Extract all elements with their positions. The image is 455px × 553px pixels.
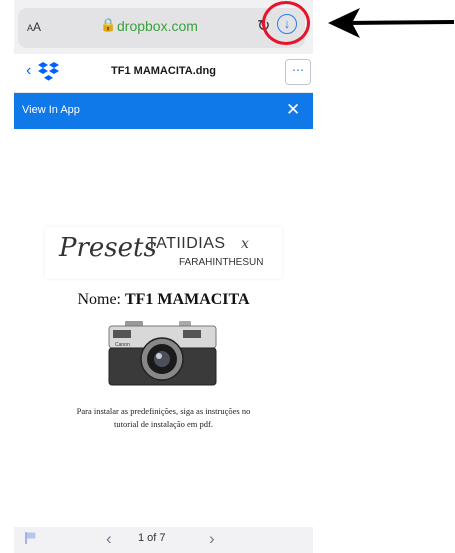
- close-icon[interactable]: ✕: [286, 100, 300, 120]
- chevron-right-icon[interactable]: ›: [209, 529, 215, 549]
- svg-text:Canon: Canon: [115, 342, 130, 348]
- instructions-line-2: tutorial de instalação em pdf.: [114, 419, 213, 429]
- page-navigation-bar: ‹ 1 of 7 ›: [14, 527, 313, 553]
- logo-brand-text: TATIIDIAS: [147, 235, 226, 252]
- dropbox-nav-bar: ‹ TF1 MAMACITA.dng ⋯: [14, 54, 313, 93]
- instructions-line-1: Para instalar as predefinições, siga as …: [76, 406, 251, 416]
- text-size-button[interactable]: AA: [27, 20, 41, 34]
- presets-logo: Presets TATIIDIAS x FARAHINTHESUN: [45, 227, 282, 279]
- view-in-app-label[interactable]: View In App: [22, 104, 80, 116]
- arrow-annotation: [328, 8, 455, 38]
- lock-icon: 🔒: [100, 17, 117, 32]
- camera-image: Canon: [108, 321, 217, 386]
- flag-icon[interactable]: [24, 531, 38, 545]
- phone-screen: AA 🔒 dropbox.com ↻ ↓ ‹ TF1 MAMACITA.dng …: [14, 0, 313, 553]
- preset-name-value: TF1 MAMACITA: [124, 291, 250, 308]
- logo-x-text: x: [241, 236, 249, 252]
- preset-name: Nome: TF1 MAMACITA: [14, 291, 313, 309]
- logo-sub-text: FARAHINTHESUN: [179, 257, 264, 268]
- preset-name-label: Nome:: [77, 291, 121, 308]
- highlight-circle-annotation: [262, 1, 310, 45]
- instructions-text: Para instalar as predefinições, siga as …: [38, 405, 289, 431]
- file-name-title: TF1 MAMACITA.dng: [111, 65, 216, 77]
- page-indicator: 1 of 7: [138, 532, 166, 544]
- more-icon[interactable]: ⋯: [285, 59, 311, 85]
- chevron-left-icon[interactable]: ‹: [106, 529, 112, 549]
- logo-script-text: Presets: [59, 233, 157, 263]
- view-in-app-banner[interactable]: View In App ✕: [14, 93, 313, 129]
- document-preview: Presets TATIIDIAS x FARAHINTHESUN Nome: …: [14, 129, 313, 527]
- url-text: dropbox.com: [117, 18, 198, 34]
